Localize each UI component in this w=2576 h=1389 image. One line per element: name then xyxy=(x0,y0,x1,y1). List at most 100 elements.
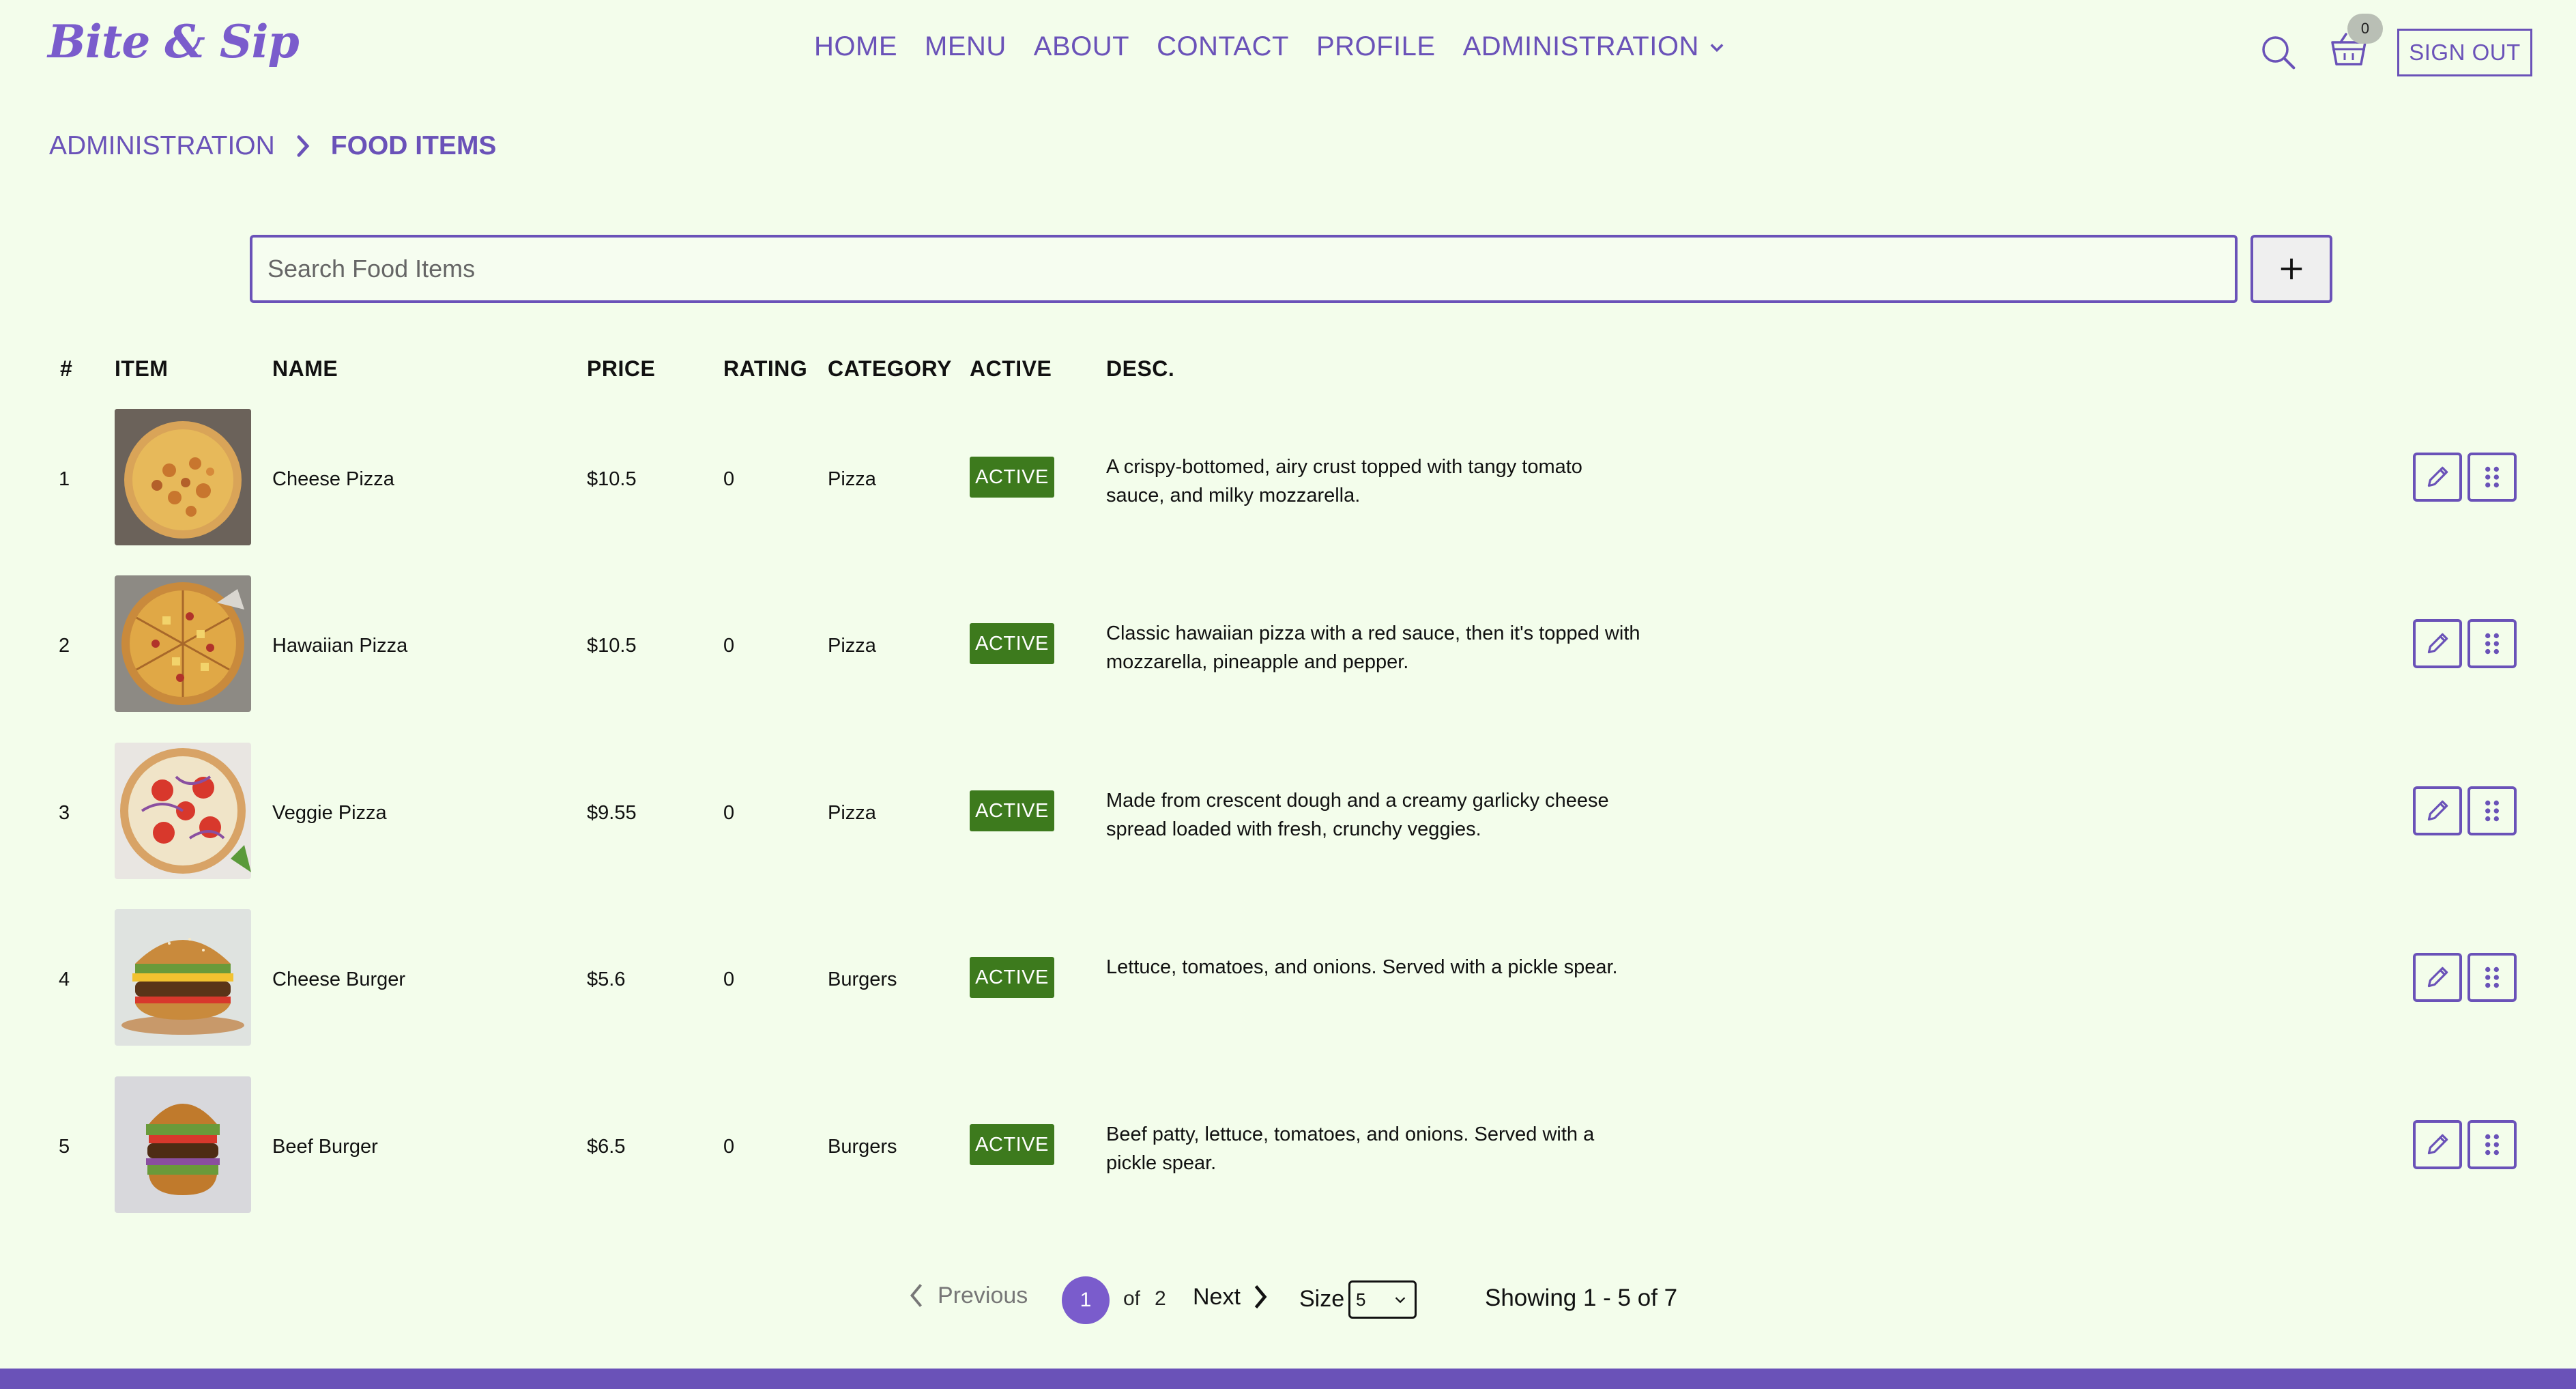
header-desc: DESC. xyxy=(1106,356,1175,381)
header-rating: RATING xyxy=(723,356,808,381)
item-rating: 0 xyxy=(723,969,735,990)
item-price: $9.55 xyxy=(587,802,637,824)
edit-button[interactable] xyxy=(2413,453,2462,502)
status-badge: ACTIVE xyxy=(970,457,1054,498)
drag-handle-button[interactable] xyxy=(2468,953,2517,1002)
item-price: $5.6 xyxy=(587,969,626,990)
row-number: 3 xyxy=(59,802,70,824)
search-food-items-input[interactable] xyxy=(250,235,2238,303)
search-icon[interactable] xyxy=(2259,33,2297,71)
item-name: Veggie Pizza xyxy=(272,802,387,824)
table-row: 5 Beef Burger $6.5 0 Burgers ACTIVE Beef… xyxy=(0,1076,2576,1213)
chevron-down-icon xyxy=(1395,1297,1406,1304)
header-num: # xyxy=(60,356,73,381)
row-number: 1 xyxy=(59,468,70,490)
beef-burger-image xyxy=(115,1076,251,1213)
item-category: Pizza xyxy=(828,468,876,490)
item-category: Burgers xyxy=(828,969,897,990)
drag-handle-icon xyxy=(2485,633,2499,655)
add-food-item-button[interactable] xyxy=(2251,235,2332,303)
drag-handle-icon xyxy=(2485,800,2499,822)
chevron-right-icon xyxy=(1254,1285,1267,1309)
page-size-select[interactable]: 5 xyxy=(1348,1280,1417,1319)
results-summary: Showing 1 - 5 of 7 xyxy=(1485,1285,1678,1311)
edit-icon xyxy=(2427,633,2448,654)
page: Bite & Sip HOME MENU ABOUT CONTACT PROFI… xyxy=(0,0,2576,1389)
main-nav: HOME MENU ABOUT CONTACT PROFILE ADMINIST… xyxy=(814,31,1726,62)
edit-icon xyxy=(2427,966,2448,988)
edit-button[interactable] xyxy=(2413,619,2462,668)
nav-menu[interactable]: MENU xyxy=(925,31,1007,62)
drag-handle-icon xyxy=(2485,1134,2499,1156)
item-rating: 0 xyxy=(723,635,735,657)
edit-button[interactable] xyxy=(2413,786,2462,835)
item-name: Hawaiian Pizza xyxy=(272,635,408,657)
status-badge: ACTIVE xyxy=(970,957,1054,998)
pagination: Previous 1 of 2 Next Size 5 Showing 1 - … xyxy=(0,1276,2576,1324)
chevron-left-icon xyxy=(910,1284,922,1307)
previous-label: Previous xyxy=(938,1282,1028,1308)
nav-administration-dropdown[interactable]: ADMINISTRATION xyxy=(1463,31,1726,62)
edit-button[interactable] xyxy=(2413,953,2462,1002)
table-row: 1 Cheese Pizza $10.5 0 Pizza ACTIVE A cr… xyxy=(0,409,2576,545)
chevron-down-icon xyxy=(1710,43,1724,52)
nav-contact[interactable]: CONTACT xyxy=(1157,31,1289,62)
cheese-pizza-image xyxy=(115,409,251,545)
cheese-burger-image xyxy=(115,909,251,1046)
item-category: Pizza xyxy=(828,635,876,657)
chevron-right-icon xyxy=(294,134,312,158)
row-number: 4 xyxy=(59,969,70,990)
item-description: A crispy-bottomed, airy crust topped wit… xyxy=(1106,456,1582,506)
drag-handle-button[interactable] xyxy=(2468,786,2517,835)
total-pages: 2 xyxy=(1155,1287,1166,1310)
header-item: ITEM xyxy=(115,356,169,381)
table-row: 2 Hawaiian Pizza $10.5 0 Pizza ACTIVE Cl… xyxy=(0,575,2576,712)
nav-about[interactable]: ABOUT xyxy=(1034,31,1129,62)
status-badge: ACTIVE xyxy=(970,623,1054,664)
brand-logo[interactable]: Bite & Sip xyxy=(48,15,300,68)
edit-icon xyxy=(2427,466,2448,487)
page-of-label: of xyxy=(1123,1287,1141,1310)
page-size-label: Size xyxy=(1299,1286,1345,1312)
previous-page-button[interactable]: Previous xyxy=(908,1282,1028,1309)
item-description: Beef patty, lettuce, tomatoes, and onion… xyxy=(1106,1123,1595,1174)
nav-profile[interactable]: PROFILE xyxy=(1316,31,1436,62)
item-description: Lettuce, tomatoes, and onions. Served wi… xyxy=(1106,956,1618,978)
nav-home[interactable]: HOME xyxy=(814,31,897,62)
item-name: Cheese Pizza xyxy=(272,468,394,490)
drag-handle-button[interactable] xyxy=(2468,1120,2517,1169)
breadcrumb-food-items: FOOD ITEMS xyxy=(330,131,497,160)
nav-administration-label: ADMINISTRATION xyxy=(1462,31,1699,61)
drag-handle-button[interactable] xyxy=(2468,453,2517,502)
hawaiian-pizza-image xyxy=(115,575,251,712)
page-size-value: 5 xyxy=(1356,1289,1366,1310)
item-category: Pizza xyxy=(828,802,876,824)
row-number: 5 xyxy=(59,1136,70,1158)
sign-out-button[interactable]: SIGN OUT xyxy=(2397,29,2532,76)
breadcrumb-administration[interactable]: ADMINISTRATION xyxy=(49,131,275,161)
header-name: NAME xyxy=(272,356,338,381)
drag-handle-button[interactable] xyxy=(2468,619,2517,668)
item-rating: 0 xyxy=(723,802,735,824)
item-price: $10.5 xyxy=(587,635,637,657)
item-name: Cheese Burger xyxy=(272,969,406,990)
item-description: Made from crescent dough and a creamy ga… xyxy=(1106,790,1609,840)
drag-handle-icon xyxy=(2485,466,2499,488)
plus-icon xyxy=(2281,258,2302,280)
edit-button[interactable] xyxy=(2413,1120,2462,1169)
row-number: 2 xyxy=(59,635,70,657)
cart-count-badge: 0 xyxy=(2347,14,2383,44)
status-badge: ACTIVE xyxy=(970,1124,1054,1165)
drag-handle-icon xyxy=(2485,966,2499,988)
table-row: 3 Veggie Pizza $9.55 0 Pizza ACTIVE Made… xyxy=(0,743,2576,879)
table-row: 4 Cheese Burger $5.6 0 Burgers ACTIVE Le… xyxy=(0,909,2576,1046)
header-active: ACTIVE xyxy=(970,356,1052,381)
footer-bar xyxy=(0,1369,2576,1389)
header-category: CATEGORY xyxy=(828,356,952,381)
item-rating: 0 xyxy=(723,468,735,490)
item-price: $10.5 xyxy=(587,468,637,490)
item-rating: 0 xyxy=(723,1136,735,1158)
current-page-indicator[interactable]: 1 xyxy=(1062,1276,1110,1324)
item-description: Classic hawaiian pizza with a red sauce,… xyxy=(1106,622,1640,673)
next-page-button[interactable]: Next xyxy=(1193,1283,1269,1311)
